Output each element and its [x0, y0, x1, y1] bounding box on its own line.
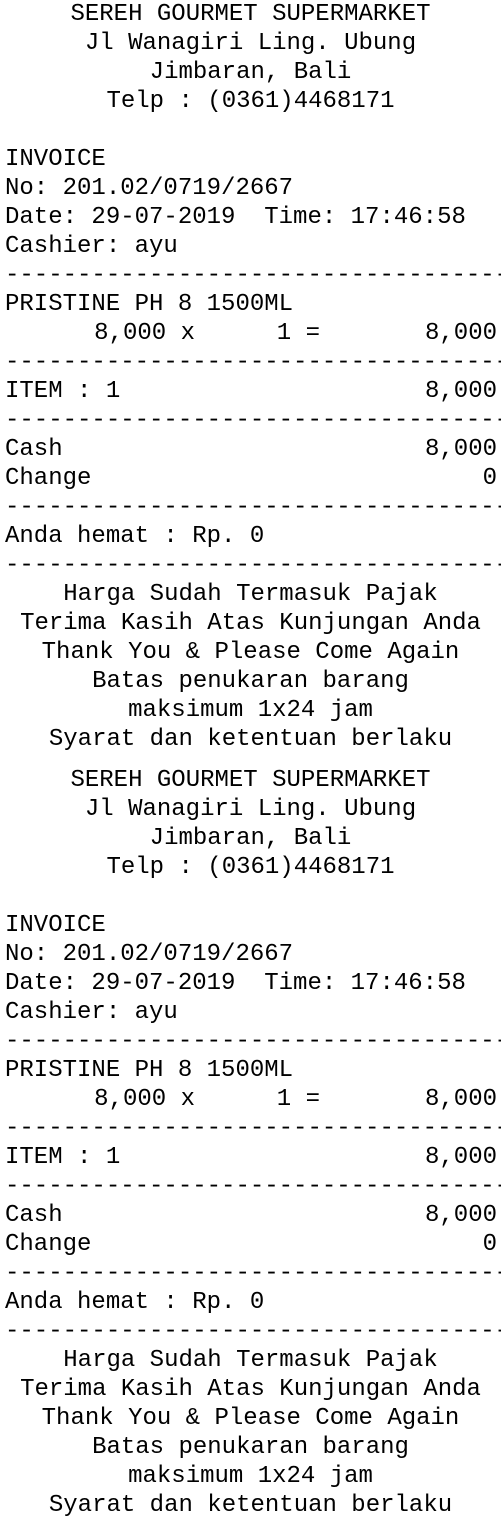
separator: ----------------------------------------… [5, 1115, 501, 1142]
store-name: SEREH GOURMET SUPERMARKET [70, 1, 431, 28]
change-row: Change 0 [0, 1230, 501, 1259]
invoice-date-time: Date: 29-07-2019 Time: 17:46:58 [5, 970, 466, 997]
footer-thanks-id: Terima Kasih Atas Kunjungan Anda [20, 610, 481, 637]
invoice-number: No: 201.02/0719/2667 [5, 941, 294, 968]
item-total: 8,000 [424, 1086, 497, 1113]
footer-exchange-limit: maksimum 1x24 jam [128, 1463, 373, 1490]
footer-thanks-en: Thank You & Please Come Again [41, 639, 460, 666]
separator: ----------------------------------------… [5, 1318, 501, 1345]
footer-exchange-policy: Batas penukaran barang [92, 668, 409, 695]
store-address-line2: Jimbaran, Bali [149, 59, 352, 86]
item-count-label: ITEM : 1 [5, 378, 121, 405]
savings-line: Anda hemat : Rp. 0 [5, 523, 265, 550]
cash-value: 8,000 [424, 1202, 497, 1229]
item-count-total: 8,000 [424, 378, 497, 405]
item-count-row: ITEM : 1 8,000 [0, 377, 501, 406]
cashier: Cashier: ayu [5, 233, 178, 260]
footer-terms: Syarat dan ketentuan berlaku [48, 1492, 453, 1519]
store-phone: Telp : (0361)4468171 [106, 854, 395, 881]
store-address-line1: Jl Wanagiri Ling. Ubung [84, 796, 417, 823]
item-count-row: ITEM : 1 8,000 [0, 1143, 501, 1172]
change-value: 0 [482, 1231, 497, 1258]
receipt-copy-2: SEREH GOURMET SUPERMARKET Jl Wanagiri Li… [0, 766, 501, 1520]
receipt-copy-1: SEREH GOURMET SUPERMARKET Jl Wanagiri Li… [0, 0, 501, 754]
item-line: 8,000 x 1 = 8,000 [0, 319, 501, 348]
footer-exchange-limit: maksimum 1x24 jam [128, 697, 373, 724]
item-count-label: ITEM : 1 [5, 1144, 121, 1171]
document-type: INVOICE [5, 912, 106, 939]
store-address-line1: Jl Wanagiri Ling. Ubung [84, 30, 417, 57]
footer-tax-note: Harga Sudah Termasuk Pajak [63, 1347, 438, 1374]
footer-tax-note: Harga Sudah Termasuk Pajak [63, 581, 438, 608]
change-row: Change 0 [0, 464, 501, 493]
footer-terms: Syarat dan ketentuan berlaku [48, 726, 453, 753]
separator: ----------------------------------------… [5, 1260, 501, 1287]
separator: ----------------------------------------… [5, 1028, 501, 1055]
invoice-number: No: 201.02/0719/2667 [5, 175, 294, 202]
savings-line: Anda hemat : Rp. 0 [5, 1289, 265, 1316]
item-count-total: 8,000 [424, 1144, 497, 1171]
change-label: Change [5, 465, 92, 492]
change-value: 0 [482, 465, 497, 492]
footer-thanks-id: Terima Kasih Atas Kunjungan Anda [20, 1376, 481, 1403]
document-type: INVOICE [5, 146, 106, 173]
item-name: PRISTINE PH 8 1500ML [5, 291, 294, 318]
store-address-line2: Jimbaran, Bali [149, 825, 352, 852]
item-price: 8,000 x [94, 320, 195, 347]
invoice-date-time: Date: 29-07-2019 Time: 17:46:58 [5, 204, 466, 231]
cash-value: 8,000 [424, 436, 497, 463]
cash-row: Cash 8,000 [0, 1201, 501, 1230]
item-price: 8,000 x [94, 1086, 195, 1113]
item-line: 8,000 x 1 = 8,000 [0, 1085, 501, 1114]
separator: ----------------------------------------… [5, 1173, 501, 1200]
separator: ----------------------------------------… [5, 407, 501, 434]
store-phone: Telp : (0361)4468171 [106, 88, 395, 115]
cash-label: Cash [5, 1202, 63, 1229]
separator: ----------------------------------------… [5, 262, 501, 289]
separator: ----------------------------------------… [5, 349, 501, 376]
item-quantity: 1 = [276, 320, 320, 347]
store-name: SEREH GOURMET SUPERMARKET [70, 767, 431, 794]
change-label: Change [5, 1231, 92, 1258]
cashier: Cashier: ayu [5, 999, 178, 1026]
footer-thanks-en: Thank You & Please Come Again [41, 1405, 460, 1432]
item-total: 8,000 [424, 320, 497, 347]
separator: ----------------------------------------… [5, 552, 501, 579]
item-quantity: 1 = [276, 1086, 320, 1113]
footer-exchange-policy: Batas penukaran barang [92, 1434, 409, 1461]
cash-label: Cash [5, 436, 63, 463]
item-name: PRISTINE PH 8 1500ML [5, 1057, 294, 1084]
separator: ----------------------------------------… [5, 494, 501, 521]
cash-row: Cash 8,000 [0, 435, 501, 464]
